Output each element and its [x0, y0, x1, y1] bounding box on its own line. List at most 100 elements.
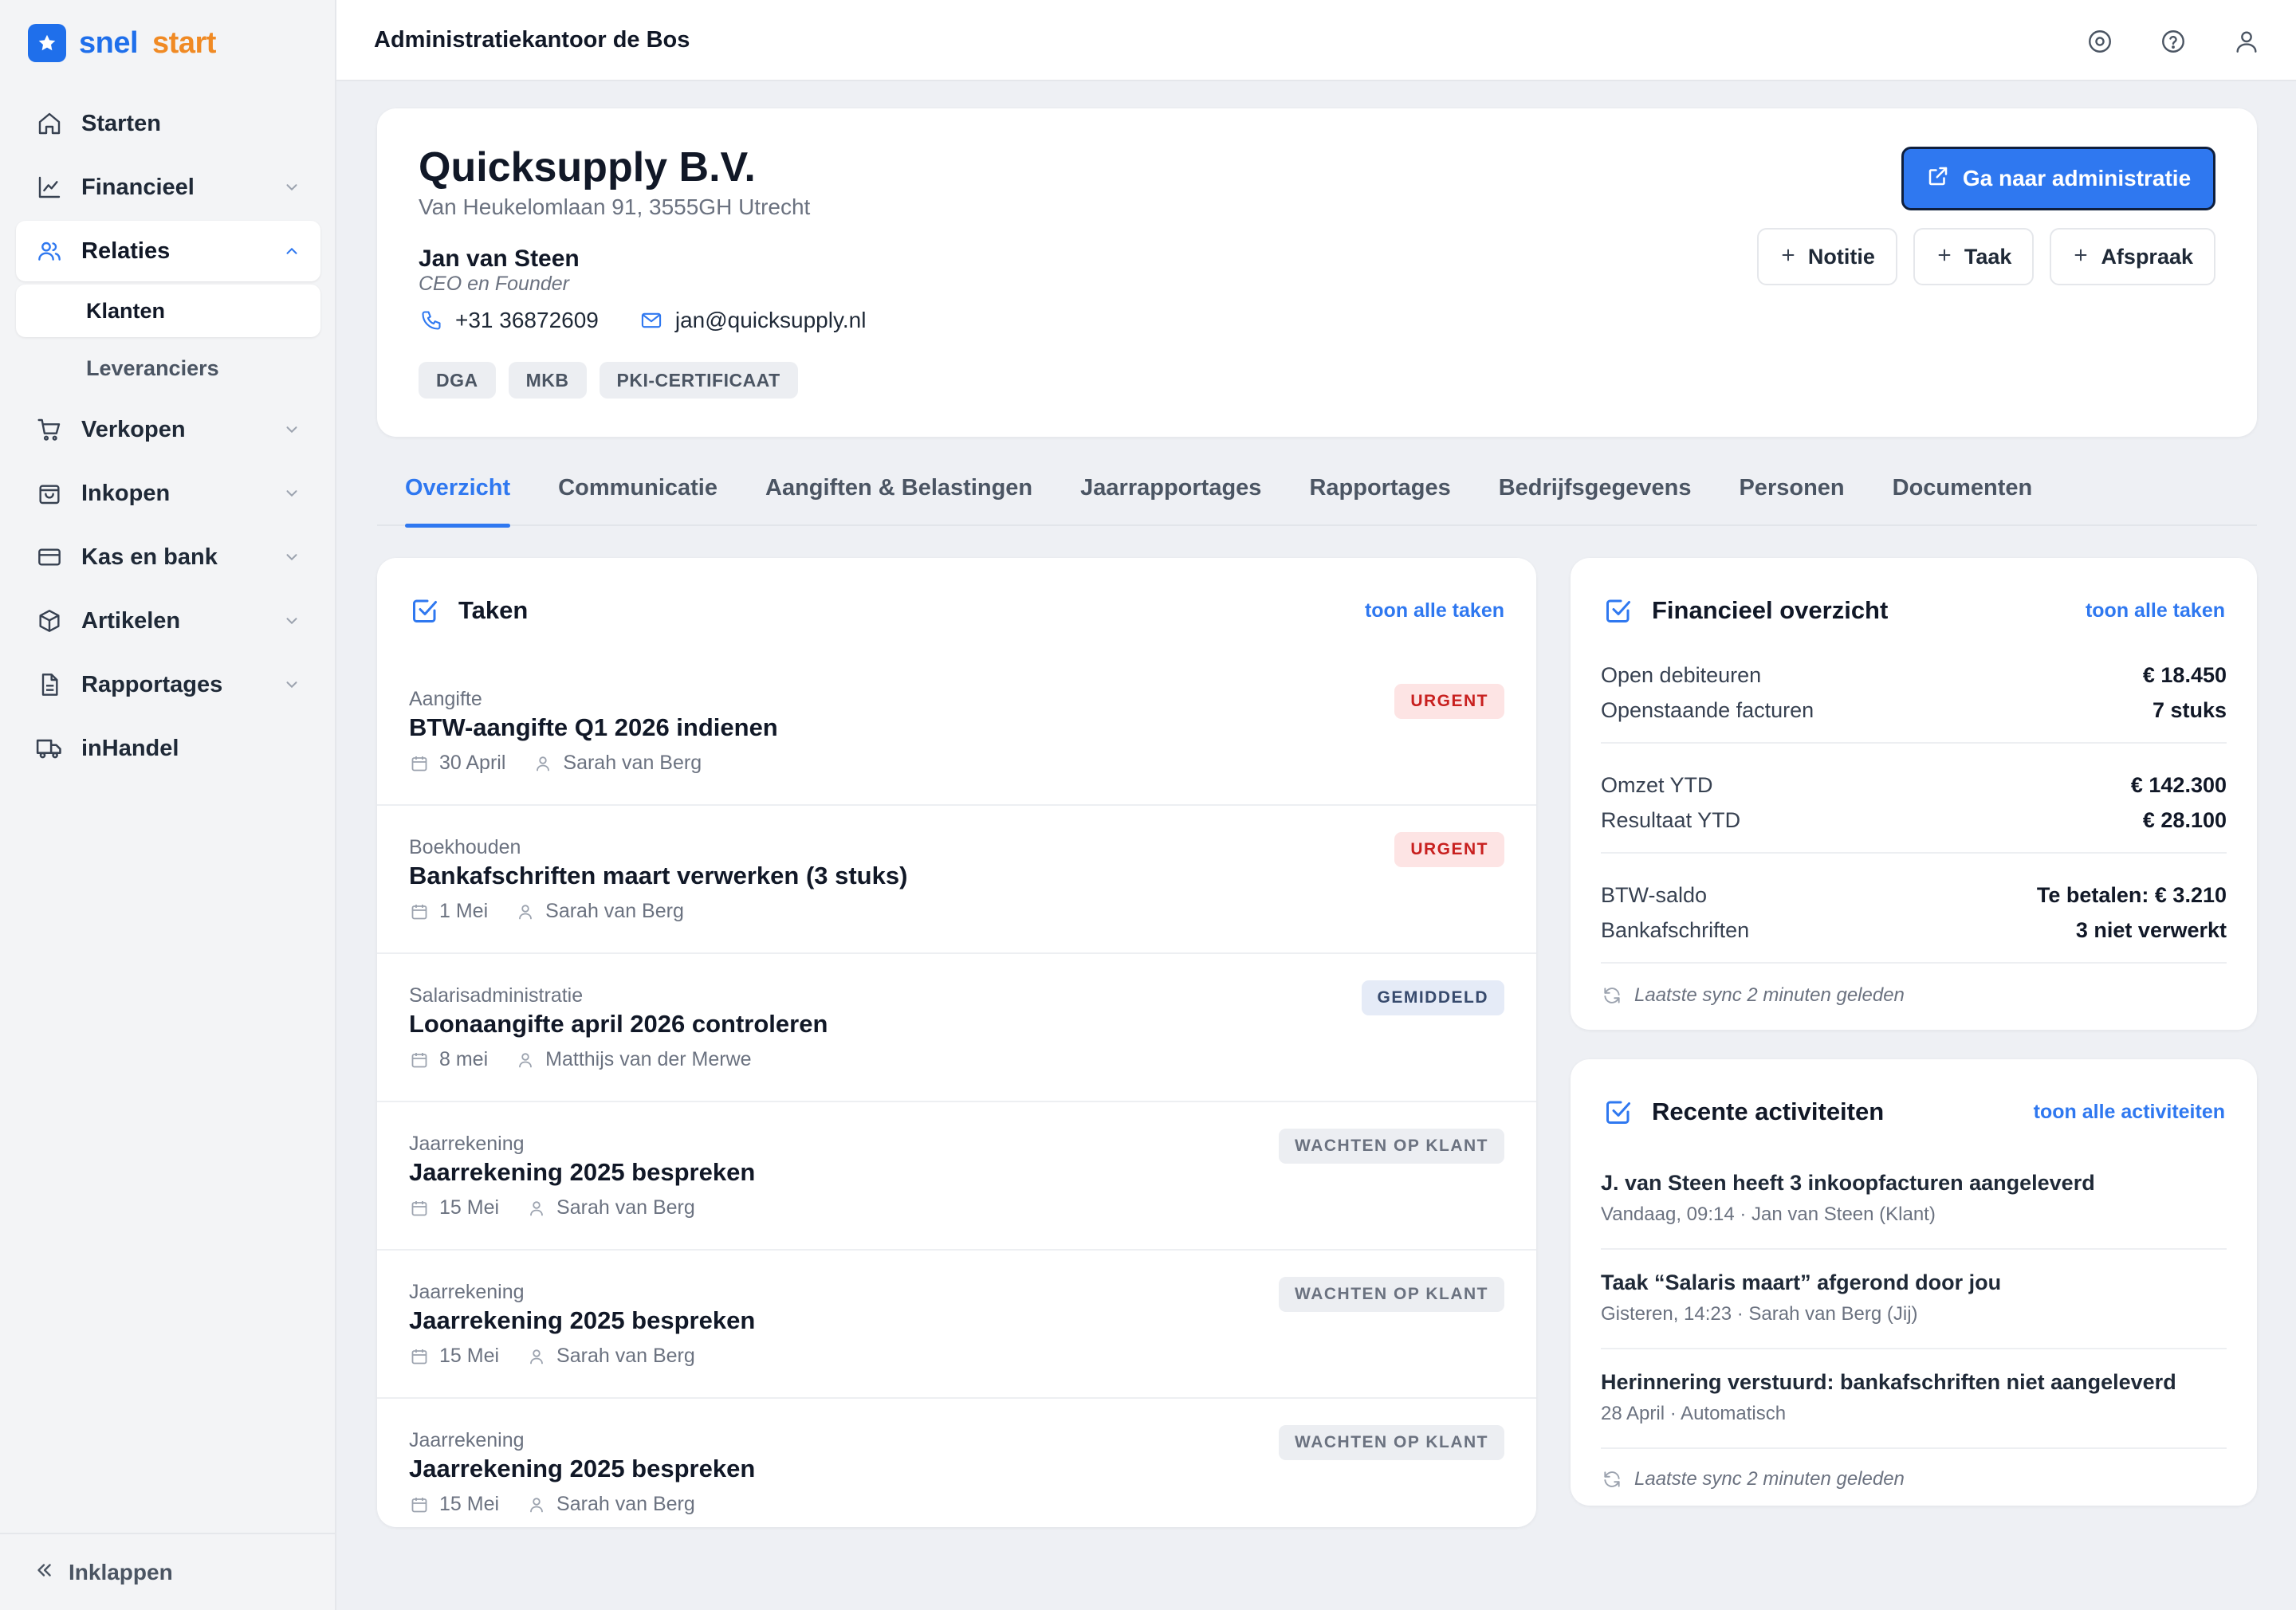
- checkbox-icon: [1602, 1096, 1634, 1128]
- financial-value: € 28.100: [2142, 807, 2227, 832]
- sidebar-item-kas-en-bank[interactable]: Kas en bank: [16, 527, 320, 587]
- sidebar-item-label: Rapportages: [81, 671, 223, 697]
- chevron-down-icon: [281, 418, 303, 441]
- contact-phone[interactable]: +31 36872609: [455, 308, 599, 333]
- tasks-title: Taken: [458, 596, 529, 624]
- sidebar-item-label: Relaties: [81, 238, 171, 264]
- financial-value: Te betalen: € 3.210: [2036, 882, 2227, 907]
- tab-documenten[interactable]: Documenten: [1893, 457, 2033, 526]
- chart-icon: [35, 173, 64, 202]
- truck-icon: [35, 734, 64, 763]
- activity-title-text: J. van Steen heeft 3 inkoopfacturen aang…: [1601, 1171, 2095, 1195]
- task-row[interactable]: Jaarrekening Jaarrekening 2025 bespreken 1…: [377, 1102, 1536, 1251]
- plus-icon: [1779, 245, 1797, 269]
- settings-icon[interactable]: [2082, 24, 2117, 59]
- help-icon[interactable]: [2156, 24, 2191, 59]
- chevron-up-icon: [281, 240, 303, 262]
- user-icon[interactable]: [2229, 24, 2264, 59]
- task-due-date: 15 Mei: [439, 1196, 500, 1219]
- task-row[interactable]: Aangifte BTW-aangifte Q1 2026 indienen 30 …: [377, 658, 1536, 806]
- activity-item[interactable]: Taak “Salaris maart” afgerond door jou Gi…: [1601, 1250, 2227, 1349]
- tab-overzicht[interactable]: Overzicht: [405, 457, 511, 528]
- sidebar-item-starten[interactable]: Starten: [16, 93, 320, 154]
- phone-icon: [419, 308, 444, 333]
- task-due-date: 1 Mei: [439, 900, 489, 922]
- financial-row: Resultaat YTD € 28.100: [1601, 803, 2227, 838]
- financial-value: € 142.300: [2130, 772, 2227, 797]
- sidebar-item-rapportages[interactable]: Rapportages: [16, 654, 320, 715]
- status-badge: URGENT: [1394, 684, 1504, 719]
- tab-jaarrapportages[interactable]: Jaarrapportages: [1080, 457, 1261, 526]
- financial-label: BTW-saldo: [1601, 882, 1708, 907]
- status-badge: WACHTEN OP KLANT: [1279, 1277, 1504, 1312]
- add-task-button[interactable]: Taak: [1913, 228, 2035, 285]
- task-row[interactable]: Jaarrekening Jaarrekening 2025 bespreken 1…: [377, 1399, 1536, 1527]
- financial-group: Open debiteuren € 18.450 Openstaande factu…: [1601, 658, 2227, 744]
- financial-title: Financieel overzicht: [1652, 596, 1889, 624]
- client-tabs: Overzicht Communicatie Aangiften & Belas…: [377, 457, 2257, 528]
- bag-icon: [35, 479, 64, 508]
- task-row[interactable]: Salarisadministratie Loonaangifte april 2…: [377, 954, 1536, 1102]
- calendar-icon: [409, 1494, 430, 1515]
- credit-card-icon: [35, 543, 64, 571]
- sidebar-item-relaties[interactable]: Relaties: [16, 221, 320, 281]
- sidebar-item-financieel[interactable]: Financieel: [16, 157, 320, 218]
- show-all-activity-link[interactable]: toon alle activiteiten: [2034, 1101, 2225, 1124]
- sidebar-item-label: inHandel: [81, 735, 179, 761]
- financial-show-all-link[interactable]: toon alle taken: [2086, 599, 2225, 622]
- tab-rapportages[interactable]: Rapportages: [1309, 457, 1450, 526]
- task-assignee: Sarah van Berg: [556, 1493, 695, 1515]
- collapse-sidebar-button[interactable]: Inklappen: [0, 1533, 335, 1610]
- task-title: BTW-aangifte Q1 2026 indienen: [409, 713, 778, 741]
- double-chevron-left-icon: [33, 1560, 54, 1584]
- task-row[interactable]: Boekhouden Bankafschriften maart verwerke…: [377, 806, 1536, 954]
- page-title: Administratiekantoor de Bos: [374, 26, 690, 53]
- go-to-administration-button[interactable]: Ga naar administratie: [1901, 147, 2215, 210]
- tab-bedrijfsgegevens[interactable]: Bedrijfsgegevens: [1499, 457, 1692, 526]
- refresh-icon: [1601, 984, 1623, 1007]
- home-icon: [35, 109, 64, 138]
- contact-name: Jan van Steen: [419, 245, 580, 272]
- activity-item[interactable]: J. van Steen heeft 3 inkoopfacturen aang…: [1601, 1150, 2227, 1250]
- task-title: Jaarrekening 2025 bespreken: [409, 1158, 756, 1186]
- contact-role: CEO en Founder: [419, 273, 569, 295]
- plus-icon: [2072, 245, 2090, 269]
- cart-icon: [35, 415, 64, 444]
- tab-communicatie[interactable]: Communicatie: [558, 457, 718, 526]
- users-icon: [35, 237, 64, 265]
- sidebar-subitem-klanten[interactable]: Klanten: [16, 285, 320, 337]
- status-badge: URGENT: [1394, 832, 1504, 867]
- sidebar-item-inhandel[interactable]: inHandel: [16, 718, 320, 779]
- sidebar-item-verkopen[interactable]: Verkopen: [16, 399, 320, 460]
- logo[interactable]: snel start: [28, 24, 216, 62]
- sidebar-item-artikelen[interactable]: Artikelen: [16, 591, 320, 651]
- show-all-tasks-link[interactable]: toon alle taken: [1365, 599, 1504, 622]
- external-link-icon: [1926, 164, 1950, 194]
- add-appointment-button[interactable]: Afspraak: [2050, 228, 2215, 285]
- sidebar-item-inkopen[interactable]: Inkopen: [16, 463, 320, 524]
- tab-aangiften[interactable]: Aangiften & Belastingen: [765, 457, 1032, 526]
- calendar-icon: [409, 753, 430, 774]
- calendar-icon: [409, 1050, 430, 1070]
- add-note-button[interactable]: Notitie: [1756, 228, 1897, 285]
- checkbox-icon: [1602, 595, 1634, 626]
- task-due-date: 30 April: [439, 752, 506, 774]
- sync-status: Laatste sync 2 minuten geleden: [1601, 1468, 2227, 1490]
- client-tags: DGA MKB PKI-CERTIFICAAT: [419, 362, 798, 399]
- person-icon: [515, 901, 536, 922]
- activity-title-text: Herinnering verstuurd: bankafschriften n…: [1601, 1370, 2176, 1394]
- task-row[interactable]: Jaarrekening Jaarrekening 2025 bespreken 1…: [377, 1251, 1536, 1399]
- activity-meta: Vandaag, 09:14 · Jan van Steen (Klant): [1601, 1204, 1936, 1225]
- task-due-date: 15 Mei: [439, 1345, 500, 1367]
- sidebar-subitem-leveranciers[interactable]: Leveranciers: [16, 342, 320, 395]
- task-title: Bankafschriften maart verwerken (3 stuks…: [409, 862, 908, 889]
- sidebar: snel start Starten Financieel Relaties Kl…: [0, 0, 336, 1610]
- financial-row: Open debiteuren € 18.450: [1601, 658, 2227, 693]
- box-icon: [35, 607, 64, 635]
- activity-item[interactable]: Herinnering verstuurd: bankafschriften n…: [1601, 1349, 2227, 1449]
- tab-personen[interactable]: Personen: [1739, 457, 1844, 526]
- contact-email[interactable]: jan@quicksupply.nl: [675, 308, 867, 333]
- task-assignee: Sarah van Berg: [563, 752, 702, 774]
- refresh-icon: [1601, 1468, 1623, 1490]
- financial-group: BTW-saldo Te betalen: € 3.210 Bankafschrif…: [1601, 878, 2227, 964]
